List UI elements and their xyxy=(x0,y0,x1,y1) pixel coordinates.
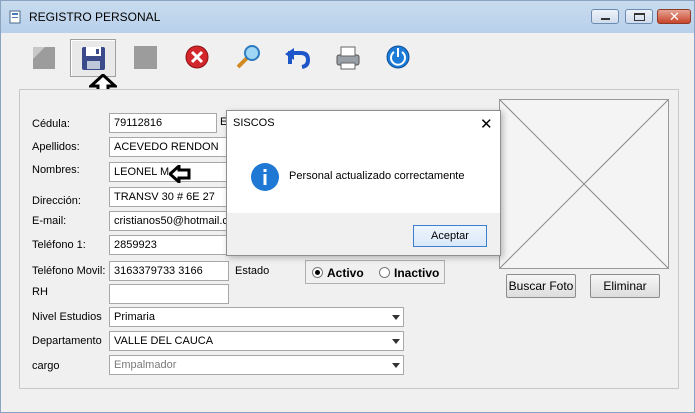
apellidos-label: Apellidos: xyxy=(32,141,80,153)
estado-label: Estado xyxy=(235,265,270,277)
chevron-down-icon xyxy=(392,363,400,368)
email-label: E-mail: xyxy=(32,215,67,227)
apellidos-input[interactable]: ACEVEDO RENDON xyxy=(109,137,229,157)
telefono1-input[interactable]: 2859923 xyxy=(109,235,229,255)
telefono-movil-label: Teléfono Movil: xyxy=(32,265,106,277)
dialog-title: SISCOS xyxy=(233,117,275,129)
disabled-button[interactable] xyxy=(123,39,169,77)
new-icon xyxy=(33,47,55,69)
departamento-value: VALLE DEL CAUCA xyxy=(114,335,214,347)
empty-image-icon xyxy=(499,99,669,269)
delete-icon xyxy=(185,45,209,69)
estado-inactivo-label[interactable]: Inactivo xyxy=(394,266,439,280)
estado-activo-label[interactable]: Activo xyxy=(327,266,364,280)
estado-inactivo-radio[interactable] xyxy=(379,267,390,278)
cedula-input[interactable]: 79112816 xyxy=(109,113,217,133)
telefono-movil-input[interactable]: 3163379733 3166 xyxy=(109,261,229,281)
maximize-button[interactable] xyxy=(625,9,653,24)
nombres-label: Nombres: xyxy=(32,164,80,176)
dialog-close-button[interactable]: ✕ xyxy=(480,115,493,133)
undo-icon xyxy=(285,48,311,69)
app-icon xyxy=(9,10,21,24)
search-icon xyxy=(236,45,260,69)
print-icon xyxy=(336,46,360,70)
main-window: REGISTRO PERSONAL ✕ Cédula: 79112816 E A… xyxy=(0,0,695,413)
dialog-footer: Aceptar xyxy=(227,213,500,255)
maximize-icon xyxy=(634,13,645,21)
pointer-left-arrow-icon xyxy=(169,165,191,183)
direccion-label: Dirección: xyxy=(32,195,81,207)
message-dialog: SISCOS ✕ Personal actualizado correctame… xyxy=(226,110,501,256)
undo-button[interactable] xyxy=(275,39,321,77)
telefono1-label: Teléfono 1: xyxy=(32,239,86,251)
info-icon xyxy=(251,163,279,191)
disabled-icon xyxy=(134,46,157,69)
cargo-value: Empalmador xyxy=(114,359,177,371)
departamento-label: Departamento xyxy=(32,335,102,347)
estado-activo-radio[interactable] xyxy=(312,267,323,278)
minimize-icon xyxy=(601,18,610,20)
chevron-down-icon xyxy=(392,339,400,344)
dialog-message: Personal actualizado correctamente xyxy=(289,170,465,182)
chevron-down-icon xyxy=(392,315,400,320)
title-bar: REGISTRO PERSONAL ✕ xyxy=(1,1,694,33)
minimize-button[interactable] xyxy=(591,9,619,24)
new-button[interactable] xyxy=(21,39,67,77)
close-icon: ✕ xyxy=(669,9,680,24)
direccion-input[interactable]: TRANSV 30 # 6E 27 xyxy=(109,187,229,207)
rh-label: RH xyxy=(32,286,48,298)
eliminar-button[interactable]: Eliminar xyxy=(590,274,660,298)
print-button[interactable] xyxy=(324,39,370,77)
window-title: REGISTRO PERSONAL xyxy=(29,10,161,24)
nivel-estudios-label: Nivel Estudios xyxy=(32,311,102,323)
search-button[interactable] xyxy=(225,39,271,77)
nivel-estudios-value: Primaria xyxy=(114,311,155,323)
save-icon xyxy=(82,47,105,70)
rh-input[interactable] xyxy=(109,284,229,304)
save-button[interactable] xyxy=(70,39,116,77)
email-input[interactable]: cristianos50@hotmail.co xyxy=(109,211,229,231)
estado-radio-group: Activo Inactivo xyxy=(305,260,445,284)
accept-button[interactable]: Aceptar xyxy=(413,225,487,247)
buscar-foto-button[interactable]: Buscar Foto xyxy=(506,274,576,298)
cedula-label: Cédula: xyxy=(32,118,70,130)
cargo-select[interactable]: Empalmador xyxy=(109,355,404,375)
nivel-estudios-select[interactable]: Primaria xyxy=(109,307,404,327)
power-button[interactable] xyxy=(375,39,421,77)
departamento-select[interactable]: VALLE DEL CAUCA xyxy=(109,331,404,351)
cargo-label: cargo xyxy=(32,360,60,372)
delete-button[interactable] xyxy=(174,39,220,77)
close-button[interactable]: ✕ xyxy=(657,9,691,24)
photo-placeholder xyxy=(499,99,669,269)
power-icon xyxy=(386,45,410,69)
